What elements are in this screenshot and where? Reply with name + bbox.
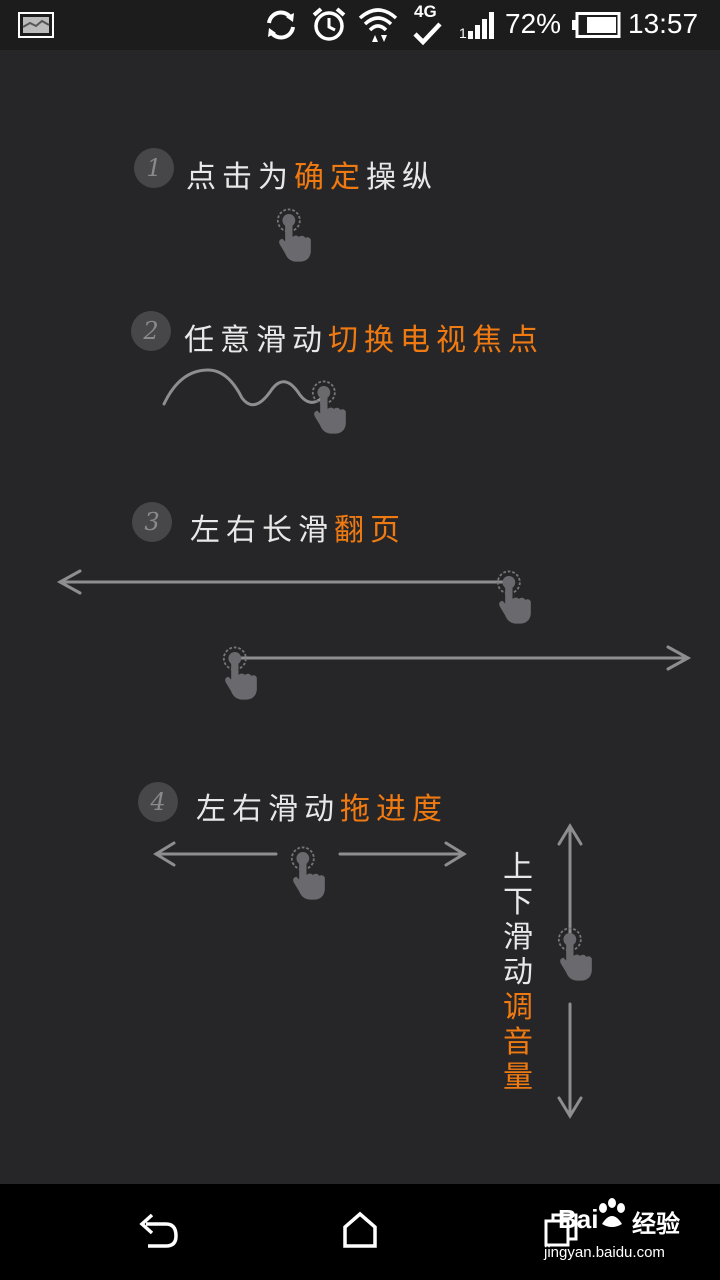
baidu-paw-icon [599,1198,625,1227]
step-1-suffix: 操纵 [366,160,438,195]
baidu-brand-suffix: 经验 [632,1210,680,1238]
step-3-number: 3 [132,502,172,542]
page-right-hand-icon [222,643,266,705]
volume-highlight-char: 量 [503,1060,533,1095]
volume-label: 上 下 滑 动 调 音 量 [500,850,536,1095]
step-2-number: 2 [131,311,171,351]
swipe-hand-icon [311,377,355,439]
step-3-highlight: 翻页 [334,513,406,548]
step-4-number: 4 [138,782,178,822]
step-2-label: 任意滑动切换电视焦点 [184,315,544,359]
step-1-number: 1 [134,148,174,188]
home-button[interactable] [340,1210,380,1250]
volume-highlight-char: 调 [503,990,533,1025]
seek-hand-icon [290,843,334,905]
volume-hand-icon [557,924,601,986]
step-1-text: 点击为 [186,160,294,195]
back-button[interactable] [136,1212,182,1252]
volume-char: 上 [503,850,533,885]
baidu-brand: Bai [558,1204,599,1234]
step-2-text: 任意滑动 [184,323,328,358]
baidu-watermark: Bai 经验 jingyan.baidu.com [540,1196,710,1268]
step-1-highlight: 确定 [294,160,366,195]
volume-char: 下 [503,885,533,920]
volume-char: 滑 [503,920,533,955]
step-3-label: 左右长滑翻页 [190,505,406,549]
step-3-text: 左右长滑 [190,513,334,548]
step-4-label: 左右滑动拖进度 [196,784,448,828]
page-left-hand-icon [496,567,540,629]
volume-char: 动 [503,955,533,990]
step-2-highlight: 切换电视焦点 [328,323,544,358]
tap-hand-icon [276,205,320,267]
step-4-text: 左右滑动 [196,792,340,827]
step-1-label: 点击为确定操纵 [186,152,438,196]
swipe-curve [162,368,324,407]
baidu-url: jingyan.baidu.com [544,1244,665,1261]
step-4-highlight: 拖进度 [340,792,448,827]
volume-highlight-char: 音 [503,1025,533,1060]
